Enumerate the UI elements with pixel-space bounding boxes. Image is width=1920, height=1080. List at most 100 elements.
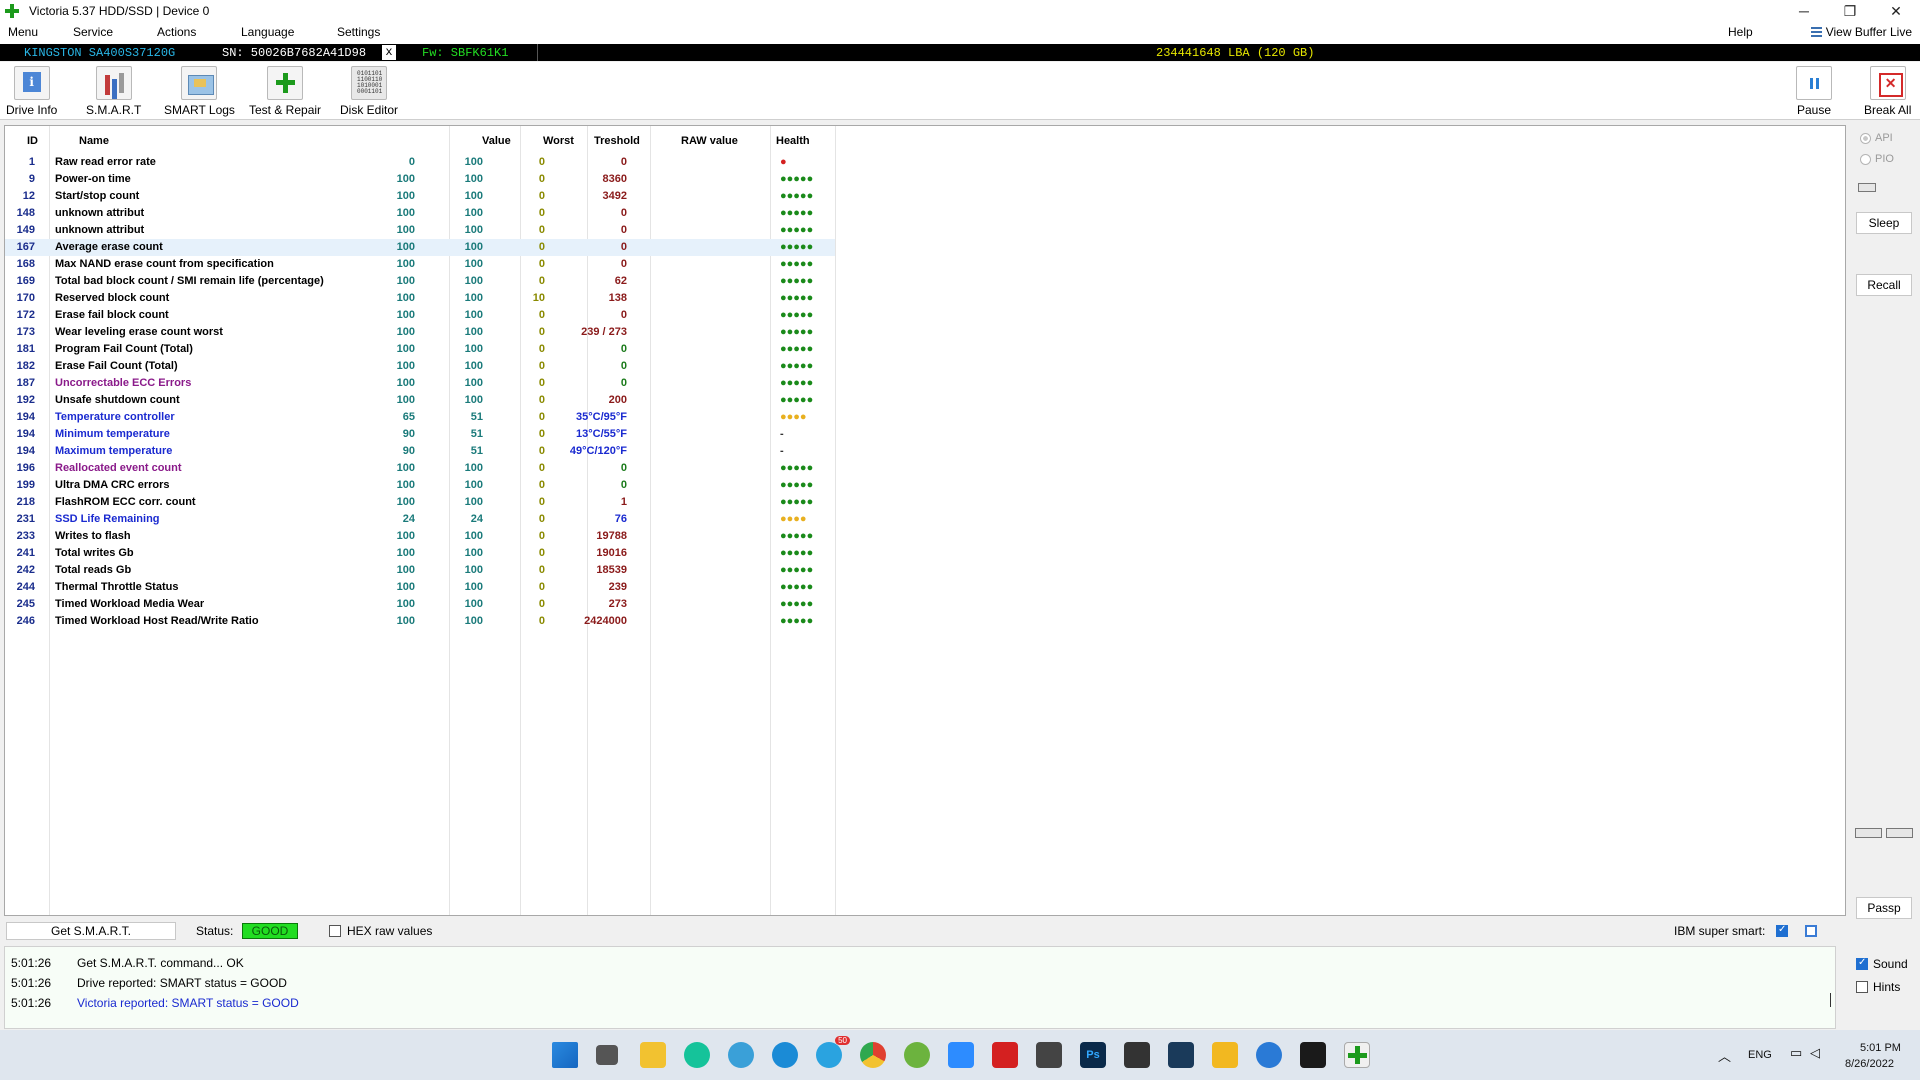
hints-checkbox[interactable] — [1856, 981, 1868, 993]
language-indicator[interactable]: ENG — [1748, 1049, 1772, 1061]
utorrent-icon[interactable] — [904, 1042, 930, 1068]
column-header-id[interactable]: ID — [27, 135, 38, 147]
test-repair-button[interactable]: Test & Repair — [249, 66, 321, 117]
scroll-right-button[interactable] — [1886, 828, 1913, 838]
smart-attributes-table[interactable]: ID Name Value Worst Treshold RAW value H… — [4, 125, 1846, 916]
photoshop-icon[interactable]: Ps — [1080, 1042, 1106, 1068]
table-row[interactable]: 196 Reallocated event count 100 100 0 0 ●●●●● — [5, 460, 835, 477]
table-row[interactable]: 170 Reserved block count 100 100 10 138 ●●●●● — [5, 290, 835, 307]
table-row[interactable]: 173 Wear leveling erase count worst 100 100… — [5, 324, 835, 341]
table-row[interactable]: 182 Erase Fail Count (Total) 100 100 0 0 ●●●●● — [5, 358, 835, 375]
table-row[interactable]: 245 Timed Workload Media Wear 100 100 0 273 ●●… — [5, 596, 835, 613]
hints-option[interactable]: Hints — [1856, 980, 1900, 994]
break-all-button[interactable]: Break All — [1864, 66, 1911, 117]
task-view-icon[interactable] — [596, 1045, 618, 1065]
get-smart-button[interactable]: Get S.M.A.R.T. — [6, 922, 176, 940]
passp-button[interactable]: Passp — [1856, 897, 1912, 919]
disk-editor-button[interactable]: 0101101 1100110 1010001 0001101 Disk Editor — [340, 66, 398, 117]
volume-icon[interactable]: ◁ — [1810, 1045, 1820, 1061]
file-explorer-icon[interactable] — [640, 1042, 666, 1068]
table-row[interactable]: 241 Total writes Gb 100 100 0 19016 ●●●●● — [5, 545, 835, 562]
table-row[interactable]: 149 unknown attribut 100 100 0 0 ●●●●● — [5, 222, 835, 239]
table-row[interactable]: 199 Ultra DMA CRC errors 100 100 0 0 ●●●●● — [5, 477, 835, 494]
acrobat-icon[interactable] — [992, 1042, 1018, 1068]
attribute-name: unknown attribut — [55, 207, 145, 219]
device-close-button[interactable]: x — [382, 45, 396, 60]
column-header-name[interactable]: Name — [79, 135, 109, 147]
table-row[interactable]: 218 FlashROM ECC corr. count 100 100 0 1 ●●●●● — [5, 494, 835, 511]
table-row[interactable]: 187 Uncorrectable ECC Errors 100 100 0 0 ●●●●● — [5, 375, 835, 392]
menu-item-menu[interactable]: Menu — [8, 25, 38, 39]
minimize-button[interactable]: ─ — [1781, 0, 1827, 22]
pause-button[interactable]: Pause — [1796, 66, 1832, 117]
calculator-icon[interactable] — [1036, 1042, 1062, 1068]
table-row[interactable]: 181 Program Fail Count (Total) 100 100 0 0 ●●●… — [5, 341, 835, 358]
api-radio[interactable]: API — [1860, 132, 1893, 144]
scroll-left-button[interactable] — [1855, 828, 1882, 838]
maximize-button[interactable]: ❐ — [1827, 0, 1873, 22]
close-button[interactable]: ✕ — [1873, 0, 1919, 22]
table-row[interactable]: 148 unknown attribut 100 100 0 0 ●●●●● — [5, 205, 835, 222]
table-row[interactable]: 9 Power-on time 100 100 0 8360 ●●●●● — [5, 171, 835, 188]
clock-time[interactable]: 5:01 PM — [1860, 1042, 1901, 1054]
terminal-icon[interactable] — [1300, 1042, 1326, 1068]
edge-icon[interactable] — [772, 1042, 798, 1068]
notes-icon[interactable] — [1212, 1042, 1238, 1068]
table-row[interactable]: 192 Unsafe shutdown count 100 100 0 200 ●●●●● — [5, 392, 835, 409]
smart-logs-button[interactable]: SMART Logs — [164, 66, 235, 117]
table-row[interactable]: 168 Max NAND erase count from specificati… — [5, 256, 835, 273]
sleep-button[interactable]: Sleep — [1856, 212, 1912, 234]
column-header-worst[interactable]: Worst — [543, 135, 574, 147]
victoria-icon[interactable] — [1344, 1042, 1370, 1068]
browser-icon[interactable] — [728, 1042, 754, 1068]
chrome-icon[interactable] — [860, 1042, 886, 1068]
log-panel[interactable]: 5:01:26 Get S.M.A.R.T. command... OK 5:0… — [4, 946, 1836, 1029]
telegram-icon[interactable]: 50 — [816, 1036, 850, 1068]
table-row[interactable]: 231 SSD Life Remaining 24 24 0 76 ●●●● — [5, 511, 835, 528]
view-buffer-live-button[interactable]: View Buffer Live — [1810, 25, 1912, 39]
start-icon[interactable] — [552, 1042, 578, 1068]
vpn-icon[interactable] — [1168, 1042, 1194, 1068]
table-row[interactable]: 194 Minimum temperature 90 51 0 13°C/55°F - — [5, 426, 835, 443]
tray-overflow-icon[interactable]: ︿ — [1718, 1046, 1731, 1065]
table-row[interactable]: 12 Start/stop count 100 100 0 3492 ●●●●● — [5, 188, 835, 205]
table-row[interactable]: 172 Erase fail block count 100 100 0 0 ●●●●● — [5, 307, 835, 324]
menu-item-service[interactable]: Service — [73, 25, 113, 39]
column-header-health[interactable]: Health — [776, 135, 810, 147]
table-row[interactable]: 1 Raw read error rate 0 100 0 0 ● — [5, 154, 835, 171]
menu-item-language[interactable]: Language — [241, 25, 294, 39]
ibm-super-smart-checkbox[interactable] — [1776, 924, 1788, 937]
table-row[interactable]: 244 Thermal Throttle Status 100 100 0 239 ●●●●… — [5, 579, 835, 596]
screen-recorder-icon[interactable] — [1256, 1042, 1282, 1068]
table-row[interactable]: 169 Total bad block count / SMI remain li… — [5, 273, 835, 290]
menu-item-settings[interactable]: Settings — [337, 25, 380, 39]
zoom-icon[interactable] — [948, 1042, 974, 1068]
hex-raw-checkbox[interactable] — [329, 925, 341, 937]
table-row[interactable]: 233 Writes to flash 100 100 0 19788 ●●●●● — [5, 528, 835, 545]
attribute-health: ●●●●● — [780, 292, 814, 304]
pio-radio[interactable]: PIO — [1860, 153, 1894, 165]
table-row[interactable]: 194 Maximum temperature 90 51 0 49°C/120°F - — [5, 443, 835, 460]
table-row[interactable]: 246 Timed Workload Host Read/Write Ratio 1… — [5, 613, 835, 630]
column-header-treshold[interactable]: Treshold — [594, 135, 640, 147]
column-header-value[interactable]: Value — [482, 135, 511, 147]
log-scrollbar[interactable] — [1830, 993, 1831, 1007]
network-icon[interactable]: ▭ — [1790, 1045, 1802, 1061]
smart-button[interactable]: S.M.A.R.T — [86, 66, 141, 117]
menu-item-help[interactable]: Help — [1728, 25, 1753, 39]
table-row[interactable]: 167 Average erase count 100 100 0 0 ●●●●● — [5, 239, 835, 256]
sound-option[interactable]: Sound — [1856, 957, 1908, 971]
column-header-raw-value[interactable]: RAW value — [681, 135, 738, 147]
grammarly-icon[interactable] — [684, 1042, 710, 1068]
davinci-icon[interactable] — [1124, 1042, 1150, 1068]
recall-button[interactable]: Recall — [1856, 274, 1912, 296]
menu-item-actions[interactable]: Actions — [157, 25, 196, 39]
port-toggle[interactable] — [1858, 183, 1876, 192]
ibm-option-toggle[interactable] — [1805, 925, 1817, 937]
drive-info-button[interactable]: Drive Info — [6, 66, 57, 117]
table-row[interactable]: 242 Total reads Gb 100 100 0 18539 ●●●●● — [5, 562, 835, 579]
device-model[interactable]: KINGSTON SA400S37120G — [24, 46, 175, 60]
clock-date[interactable]: 8/26/2022 — [1845, 1058, 1894, 1070]
sound-checkbox[interactable] — [1856, 957, 1868, 970]
table-row[interactable]: 194 Temperature controller 65 51 0 35°C/95°F ●… — [5, 409, 835, 426]
